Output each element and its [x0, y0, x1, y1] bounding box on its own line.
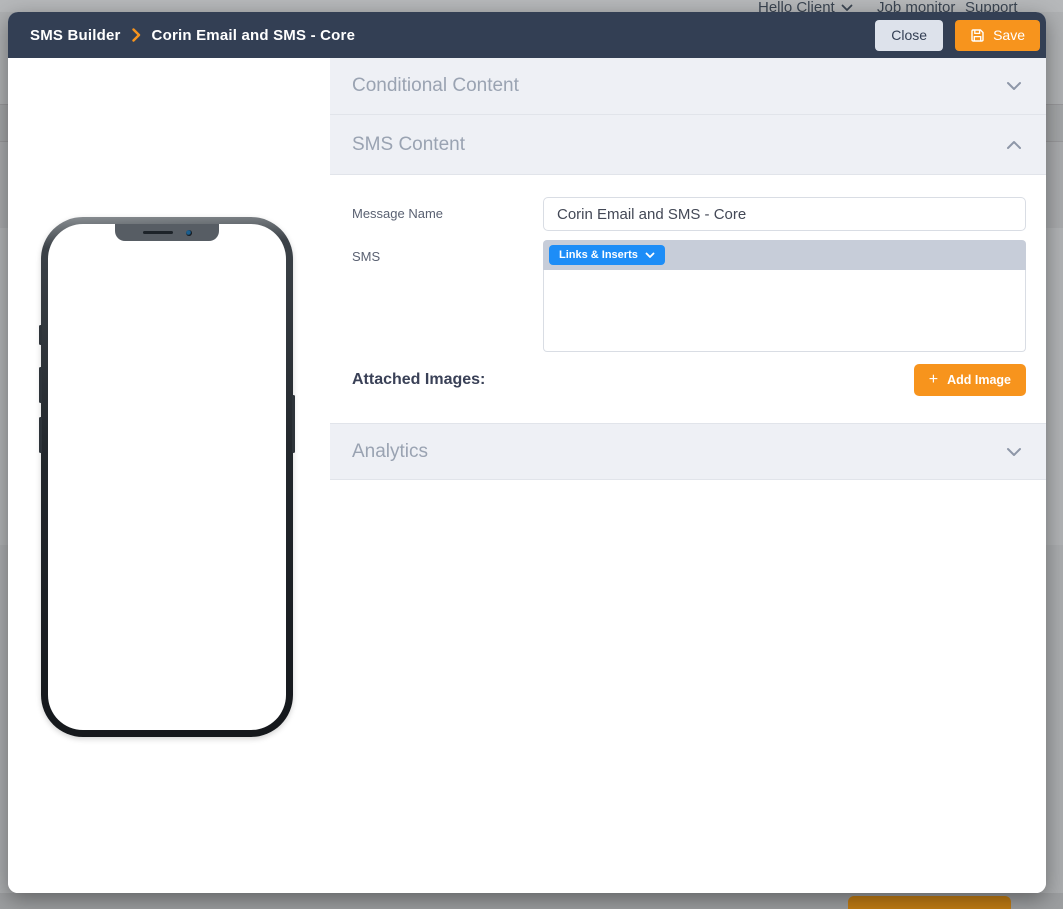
accordion-sms-content-title: SMS Content: [352, 134, 465, 156]
phone-camera: [186, 230, 192, 236]
phone-mockup: [41, 217, 293, 737]
save-button-label: Save: [993, 27, 1025, 43]
breadcrumb-current: Corin Email and SMS - Core: [152, 27, 356, 44]
phone-power-button: [292, 395, 295, 453]
modal-body: Conditional Content SMS Content Message …: [8, 58, 1046, 893]
sms-editor-toolbar: Links & Inserts: [543, 240, 1026, 270]
add-image-label: Add Image: [947, 373, 1011, 387]
chevron-down-icon: [841, 4, 853, 12]
accordion-conditional-content-title: Conditional Content: [352, 75, 519, 97]
attached-images-row: Attached Images: + Add Image: [352, 364, 1026, 396]
phone-speaker: [143, 231, 173, 234]
phone-volume-down-button: [39, 417, 42, 453]
phone-volume-up-button: [39, 367, 42, 403]
background-top-nav: Hello Client Job monitor Support: [0, 0, 1063, 12]
message-name-input[interactable]: [543, 197, 1026, 231]
accordion-conditional-content[interactable]: Conditional Content: [330, 58, 1046, 115]
add-image-button[interactable]: + Add Image: [914, 364, 1026, 396]
links-inserts-label: Links & Inserts: [559, 249, 638, 261]
phone-mute-switch: [39, 325, 42, 345]
content-pane: Conditional Content SMS Content Message …: [330, 58, 1046, 893]
close-button[interactable]: Close: [875, 20, 943, 51]
sms-textarea[interactable]: [543, 270, 1026, 352]
links-inserts-button[interactable]: Links & Inserts: [549, 245, 665, 265]
message-name-row: Message Name: [352, 197, 1026, 231]
accordion-analytics-title: Analytics: [352, 441, 428, 463]
attached-images-label: Attached Images:: [352, 371, 485, 389]
save-icon: [970, 28, 985, 43]
save-button[interactable]: Save: [955, 20, 1040, 51]
modal-header: SMS Builder Corin Email and SMS - Core C…: [8, 12, 1046, 58]
sms-row: SMS Links & Inserts: [352, 240, 1026, 352]
chevron-up-icon: [1006, 140, 1022, 150]
sms-editor: Links & Inserts: [543, 240, 1026, 352]
phone-screen: [48, 224, 286, 730]
background-partial-button: [848, 896, 1011, 909]
sms-label: SMS: [352, 240, 543, 264]
chevron-down-icon: [645, 252, 655, 259]
sms-builder-modal: SMS Builder Corin Email and SMS - Core C…: [8, 12, 1046, 893]
chevron-down-icon: [1006, 447, 1022, 457]
accordion-sms-content[interactable]: SMS Content: [330, 115, 1046, 175]
message-name-label: Message Name: [352, 197, 543, 221]
phone-preview-pane: [8, 58, 330, 893]
phone-notch: [115, 224, 219, 241]
sms-content-section: Message Name SMS Links & Inserts: [330, 175, 1046, 423]
plus-icon: +: [929, 372, 938, 388]
breadcrumb-root: SMS Builder: [30, 27, 121, 44]
breadcrumb: SMS Builder Corin Email and SMS - Core: [30, 27, 875, 44]
breadcrumb-chevron-icon: [132, 28, 141, 42]
chevron-down-icon: [1006, 81, 1022, 91]
accordion-analytics[interactable]: Analytics: [330, 423, 1046, 480]
